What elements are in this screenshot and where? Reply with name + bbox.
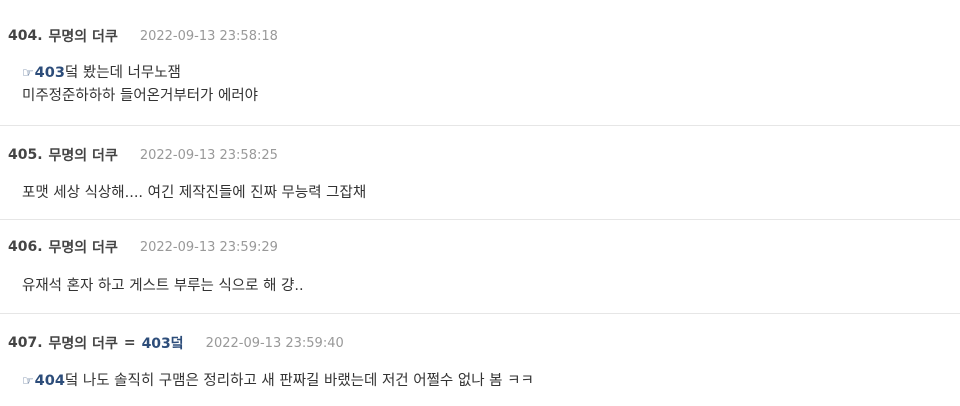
comment-header: 407. 무명의 더쿠 = 403덬 2022-09-13 23:59:40 [8, 332, 344, 354]
comment-405: 405. 무명의 더쿠 2022-09-13 23:58:25 포맷 세상 식상… [0, 126, 960, 220]
comment-line: 미주정준하하하 들어온거부터가 에러야 [22, 88, 258, 104]
comment-author: 무명의 더쿠 [48, 336, 118, 352]
pointing-hand-icon: ☞ [22, 374, 34, 389]
pointing-hand-icon: ☞ [22, 66, 34, 81]
comment-author: 무명의 더쿠 [48, 240, 118, 256]
comment-number: 404. [8, 28, 43, 44]
comment-text: 덬 나도 솔직히 구맴은 정리하고 새 판짜길 바랬는데 저건 어쩔수 없나 봄… [64, 373, 534, 389]
comment-timestamp: 2022-09-13 23:59:29 [139, 239, 278, 255]
comment-timestamp: 2022-09-13 23:58:25 [139, 147, 278, 163]
comment-body: 유재석 혼자 하고 게스트 부루는 식으로 해 걍.. [22, 275, 304, 298]
author-equals-sign: = [123, 335, 136, 351]
comment-header: 404. 무명의 더쿠 2022-09-13 23:58:18 [8, 25, 278, 47]
comment-author: 무명의 더쿠 [48, 29, 118, 45]
author-ref-link[interactable]: 403덬 [142, 333, 184, 353]
comment-line: ☞403덬 봤는데 너무노잼 [22, 62, 258, 85]
comment-body: ☞404덬 나도 솔직히 구맴은 정리하고 새 판짜길 바랬는데 저건 어쩔수 … [22, 370, 534, 393]
comment-number: 406. [8, 239, 43, 255]
reply-ref-link[interactable]: 404 [35, 373, 65, 389]
comment-line: 유재석 혼자 하고 게스트 부루는 식으로 해 걍.. [22, 278, 304, 294]
comment-timestamp: 2022-09-13 23:59:40 [205, 335, 344, 351]
comment-404: 404. 무명의 더쿠 2022-09-13 23:58:18 ☞403덬 봤는… [0, 0, 960, 126]
comment-line: ☞404덬 나도 솔직히 구맴은 정리하고 새 판짜길 바랬는데 저건 어쩔수 … [22, 370, 534, 393]
comment-header: 406. 무명의 더쿠 2022-09-13 23:59:29 [8, 236, 278, 258]
comment-406: 406. 무명의 더쿠 2022-09-13 23:59:29 유재석 혼자 하… [0, 220, 960, 314]
reply-ref-link[interactable]: 403 [35, 65, 65, 81]
comment-author: 무명의 더쿠 [48, 148, 118, 164]
comment-body: 포맷 세상 식상해.... 여긴 제작진들에 진짜 무능력 그잡채 [22, 182, 366, 205]
comment-number: 407. [8, 335, 43, 351]
comment-thread: 404. 무명의 더쿠 2022-09-13 23:58:18 ☞403덬 봤는… [0, 0, 960, 406]
comment-line: 포맷 세상 식상해.... 여긴 제작진들에 진짜 무능력 그잡채 [22, 185, 367, 201]
comment-body: ☞403덬 봤는데 너무노잼 미주정준하하하 들어온거부터가 에러야 [22, 62, 258, 108]
comment-text: 덬 봤는데 너무노잼 [64, 65, 181, 81]
comment-timestamp: 2022-09-13 23:58:18 [139, 28, 278, 44]
comment-407: 407. 무명의 더쿠 = 403덬 2022-09-13 23:59:40 ☞… [0, 314, 960, 406]
comment-header: 405. 무명의 더쿠 2022-09-13 23:58:25 [8, 144, 278, 166]
comment-number: 405. [8, 147, 43, 163]
